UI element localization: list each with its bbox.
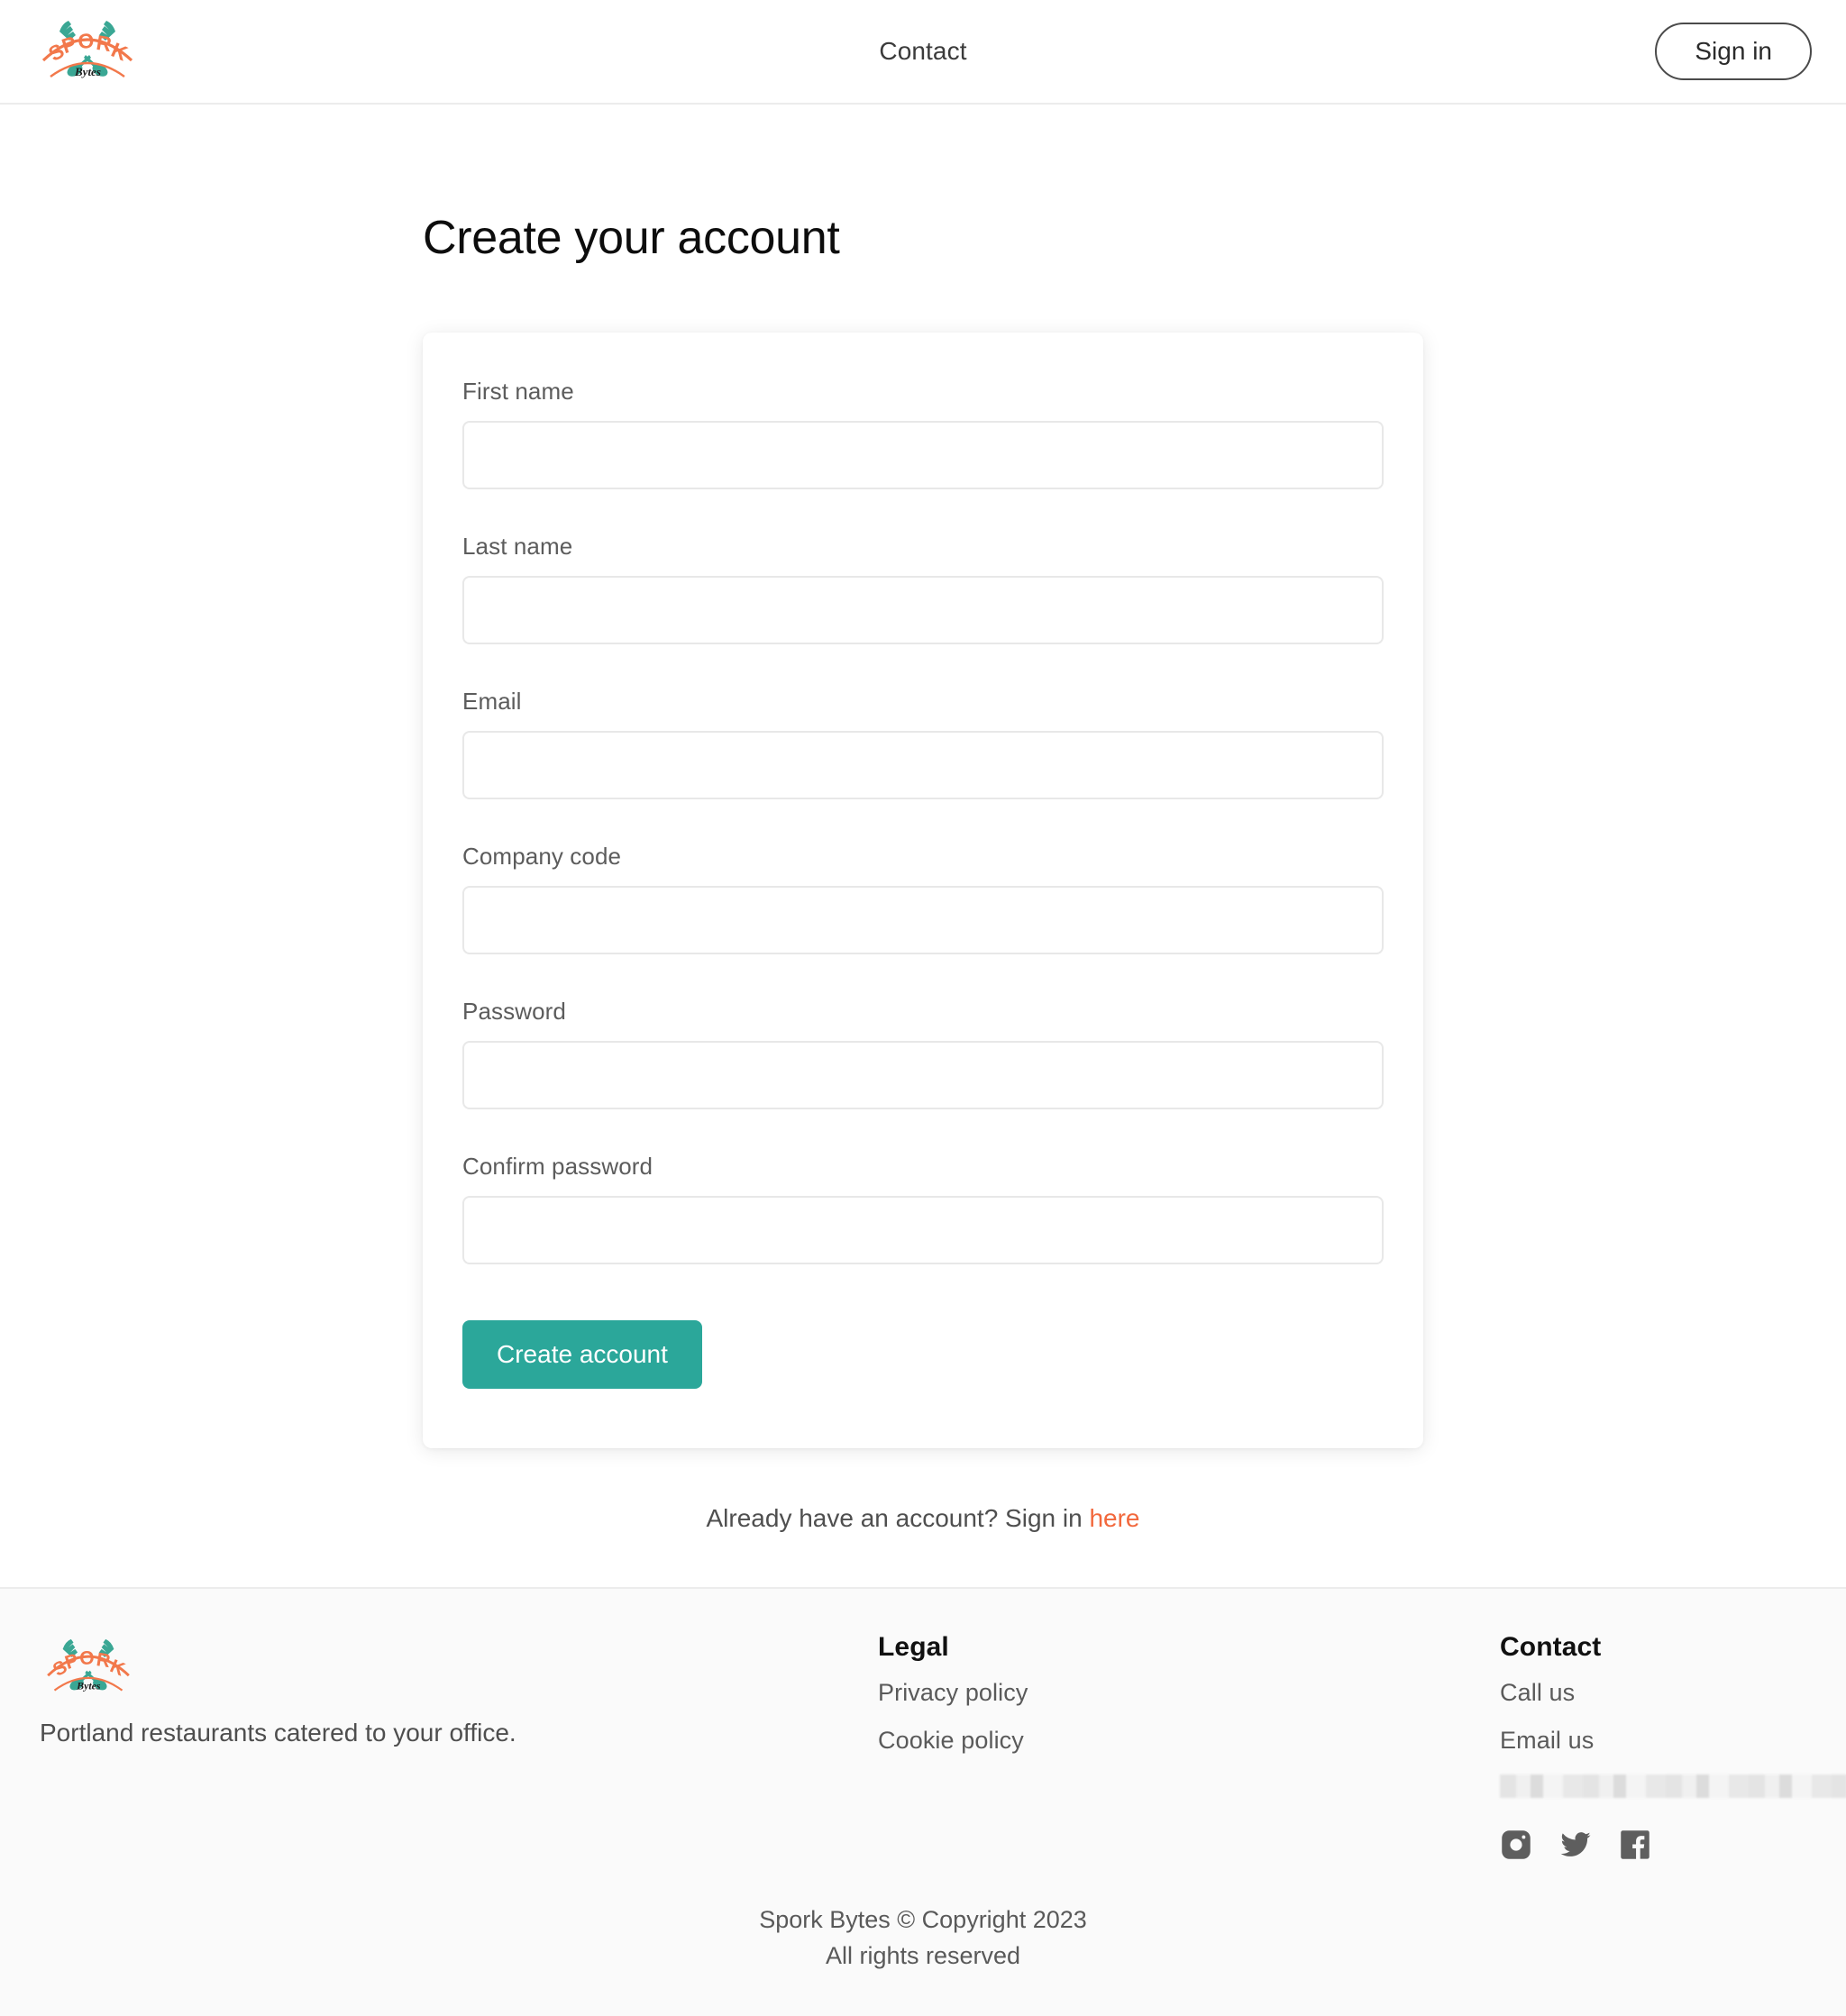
twitter-icon[interactable] <box>1559 1829 1592 1861</box>
confirm-password-input[interactable] <box>462 1196 1384 1264</box>
field-company-code: Company code <box>462 843 1384 954</box>
field-gap <box>462 807 1384 843</box>
field-password: Password <box>462 998 1384 1109</box>
already-have-account-label: Already have an account? Sign in <box>706 1504 1090 1532</box>
facebook-icon[interactable] <box>1619 1829 1651 1861</box>
spork-bytes-logo-icon: S P O R K Bytes <box>47 1638 130 1692</box>
svg-text:Bytes: Bytes <box>76 1680 101 1692</box>
footer-contact-heading: Contact <box>1500 1632 1602 1662</box>
footer-social-links <box>1500 1829 1846 1861</box>
field-label-first-name: First name <box>462 378 574 405</box>
svg-text:O: O <box>77 29 95 53</box>
field-gap <box>462 1117 1384 1153</box>
nav-link-contact[interactable]: Contact <box>879 37 966 65</box>
company-code-input[interactable] <box>462 886 1384 954</box>
field-confirm-password: Confirm password <box>462 1153 1384 1264</box>
main-content: Create your account First name Last name… <box>0 105 1846 1587</box>
field-label-email: Email <box>462 688 522 715</box>
svg-text:Bytes: Bytes <box>74 65 101 78</box>
password-input[interactable] <box>462 1041 1384 1109</box>
content-column: Create your account First name Last name… <box>423 211 1423 1533</box>
footer-link-call-us[interactable]: Call us <box>1500 1679 1846 1707</box>
footer-legal-column: Legal Privacy policy Cookie policy <box>878 1632 1500 1774</box>
last-name-input[interactable] <box>462 576 1384 644</box>
footer-link-privacy-policy[interactable]: Privacy policy <box>878 1679 1500 1707</box>
field-label-company-code: Company code <box>462 843 622 870</box>
footer-contact-column: Contact Call us Email us <box>1500 1632 1846 1861</box>
field-label-confirm-password: Confirm password <box>462 1153 653 1180</box>
sign-in-here-link[interactable]: here <box>1089 1504 1139 1532</box>
page-title: Create your account <box>423 212 840 264</box>
svg-text:O: O <box>78 1647 95 1669</box>
site-header: S P O R K Bytes Contact Sign in <box>0 0 1846 105</box>
field-label-password: Password <box>462 998 566 1025</box>
footer-copyright-line1: Spork Bytes © Copyright 2023 <box>759 1906 1087 1933</box>
sign-in-button[interactable]: Sign in <box>1655 23 1812 80</box>
footer-tagline: Portland restaurants catered to your off… <box>40 1719 516 1747</box>
footer-link-cookie-policy[interactable]: Cookie policy <box>878 1727 1500 1755</box>
field-gap <box>462 652 1384 688</box>
footer-legal-heading: Legal <box>878 1632 949 1662</box>
create-account-button[interactable]: Create account <box>462 1320 702 1389</box>
email-input[interactable] <box>462 731 1384 799</box>
field-email: Email <box>462 688 1384 799</box>
header-logo[interactable]: S P O R K Bytes <box>34 14 141 89</box>
footer-address-redacted <box>1500 1774 1846 1798</box>
field-label-last-name: Last name <box>462 533 573 560</box>
footer-copyright-line2: All rights reserved <box>825 1941 1021 1969</box>
field-last-name: Last name <box>462 533 1384 644</box>
footer-link-email-us[interactable]: Email us <box>1500 1727 1846 1755</box>
site-footer: S P O R K Bytes Portland restaurants cat… <box>0 1587 1846 2016</box>
spork-bytes-logo-icon: S P O R K Bytes <box>41 21 133 78</box>
page-root: S P O R K Bytes Contact Sign in Create y… <box>0 0 1846 2016</box>
already-have-account-text: Already have an account? Sign in here <box>423 1504 1423 1533</box>
footer-logo[interactable]: S P O R K Bytes <box>40 1632 137 1702</box>
first-name-input[interactable] <box>462 421 1384 489</box>
footer-copyright: Spork Bytes © Copyright 2023 All rights … <box>0 1902 1846 1975</box>
instagram-icon[interactable] <box>1500 1829 1532 1861</box>
signup-form-card: First name Last name Email Company code <box>423 333 1423 1448</box>
footer-columns: S P O R K Bytes Portland restaurants cat… <box>0 1632 1846 1861</box>
field-first-name: First name <box>462 378 1384 489</box>
field-gap <box>462 962 1384 998</box>
footer-brand-column: S P O R K Bytes Portland restaurants cat… <box>40 1632 878 1747</box>
field-gap <box>462 497 1384 533</box>
header-nav: Contact <box>0 37 1846 66</box>
